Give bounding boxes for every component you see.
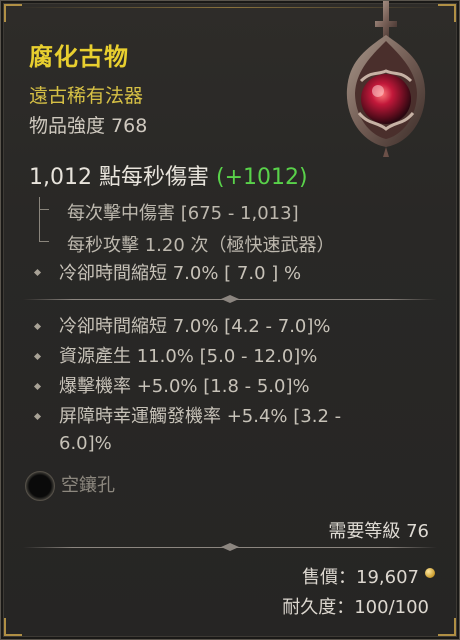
item-power: 物品強度 768 [29, 115, 148, 137]
dps-value: 1,012 點每秒傷害 [29, 165, 209, 190]
stat-branch-tick [39, 241, 49, 242]
attack-speed: 每秒攻擊 1.20 次（極快速武器） [67, 235, 335, 256]
damage-per-hit: 每次擊中傷害 [675 - 1,013] [67, 203, 299, 224]
dps-line: 1,012 點每秒傷害 (+1012) [29, 159, 308, 191]
bullet-icon [33, 268, 42, 277]
frame-corner [4, 618, 22, 636]
bullet-icon [33, 352, 42, 361]
item-tooltip: 腐化古物 遠古稀有法器 物品強度 768 1,012 點每秒傷害 (+1012)… [0, 0, 460, 640]
bullet-icon [33, 382, 42, 391]
stat-branch-tick [39, 209, 49, 210]
affix-line: 資源產生 11.0% [5.0 - 12.0]% [59, 346, 318, 367]
socket-label: 空鑲孔 [61, 475, 115, 496]
implicit-affix: 冷卻時間縮短 7.0% [ 7.0 ] % [59, 263, 302, 284]
required-level: 需要等級 76 [328, 521, 429, 542]
bullet-icon [33, 322, 42, 331]
relic-icon [346, 1, 426, 157]
item-name: 腐化古物 [29, 43, 129, 71]
durability: 耐久度：100/100 [282, 597, 429, 618]
affix-line: 屏障時幸運觸發機率 +5.4% [3.2 - [59, 406, 342, 427]
item-rarity: 遠古稀有法器 [29, 85, 144, 107]
bullet-icon [33, 412, 42, 421]
divider-ornament-icon [221, 295, 239, 303]
sell-price: 售價：19,607 [302, 567, 419, 588]
empty-socket-icon [25, 471, 55, 501]
affix-line-continuation: 6.0]% [59, 433, 112, 454]
affix-line: 冷卻時間縮短 7.0% [4.2 - 7.0]% [59, 316, 331, 337]
divider-ornament-icon [221, 543, 239, 551]
section-divider [23, 295, 437, 303]
affix-line: 爆擊機率 +5.0% [1.8 - 5.0]% [59, 376, 310, 397]
gold-coin-icon [425, 568, 435, 578]
frame-corner [438, 618, 456, 636]
stat-branch-line [39, 197, 62, 241]
dps-gain: (+1012) [215, 165, 308, 190]
section-divider [23, 543, 437, 551]
